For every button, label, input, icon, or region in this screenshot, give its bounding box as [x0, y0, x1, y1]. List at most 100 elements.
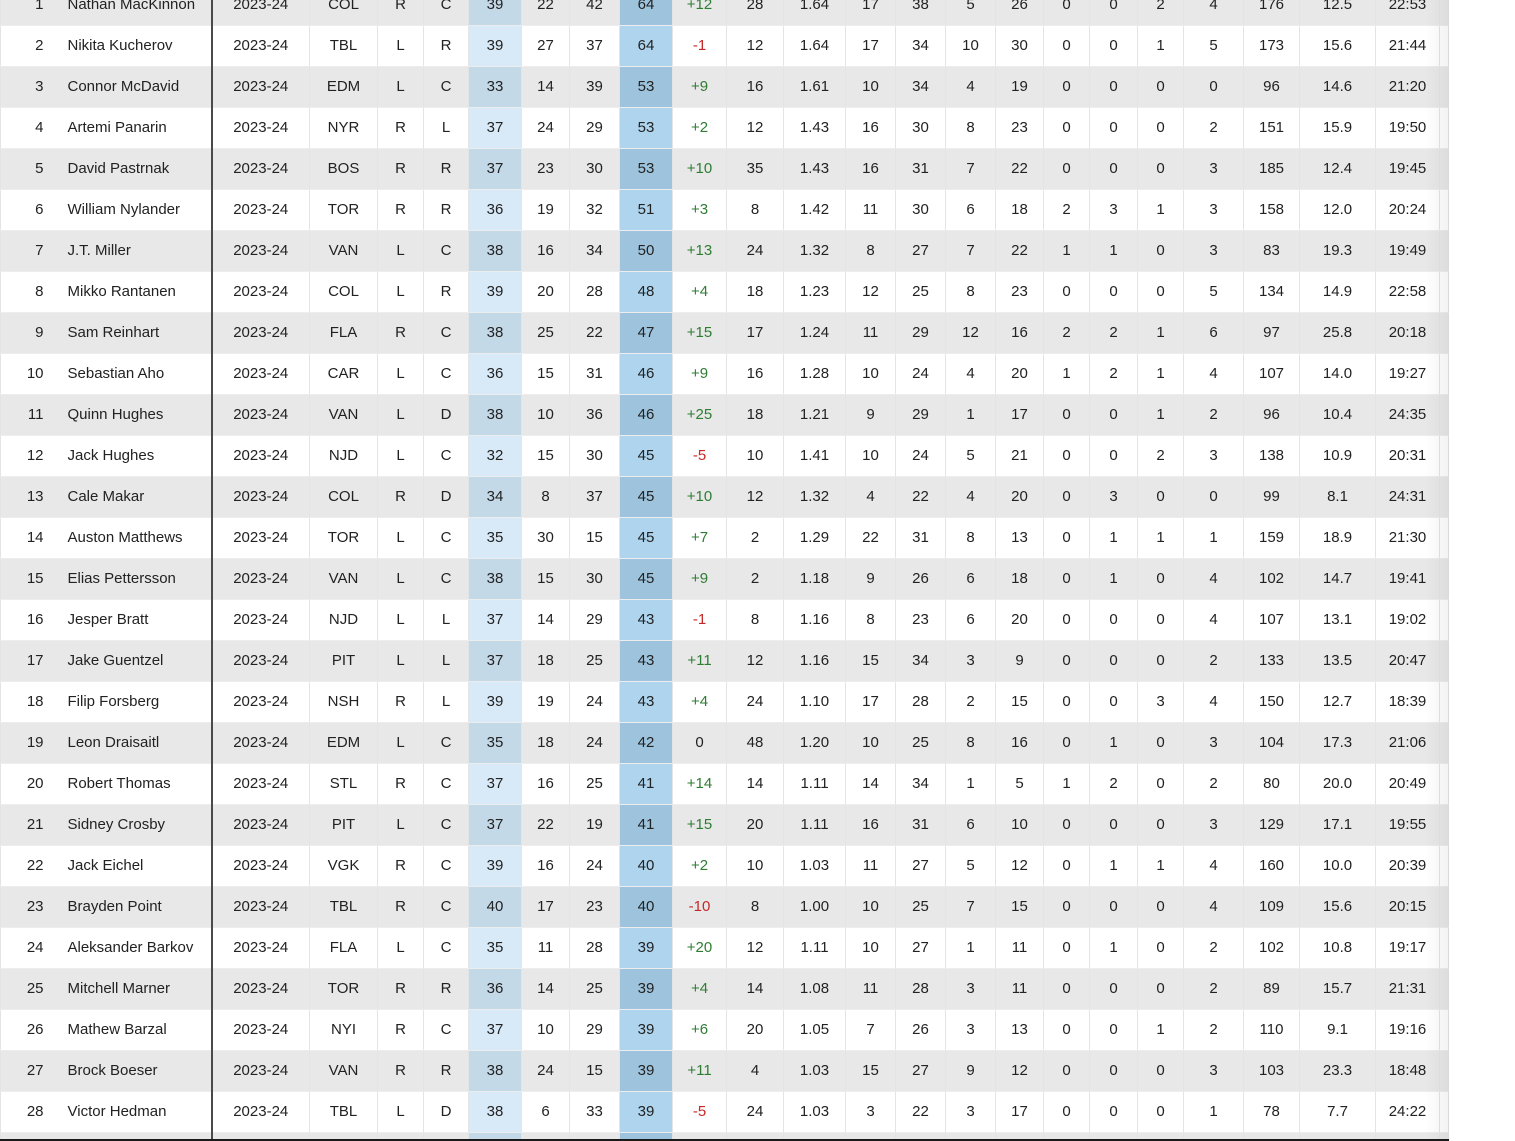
cell-gp: 35: [468, 722, 522, 764]
cell-gwg2: 4: [1183, 0, 1244, 26]
cell-a: 37: [569, 476, 620, 518]
cell-p: 45: [619, 558, 673, 600]
cell-season: 2023-24: [211, 517, 310, 559]
cell-otg: 0: [1043, 681, 1090, 723]
table-row[interactable]: 5 David Pastrnak 2023-24 BOS R R 37 23 30 53 +10 35…: [0, 148, 1449, 190]
cell-team: NYR: [309, 107, 378, 149]
cell-p: 39: [619, 1009, 673, 1051]
table-row[interactable]: 14 Auston Matthews 2023-24 TOR L C 35 30 15 45 +7 2…: [0, 517, 1449, 559]
table-row[interactable]: 15 Elias Pettersson 2023-24 VAN L C 38 15 30 45 +9…: [0, 558, 1449, 600]
table-row[interactable]: 2 Nikita Kucherov 2023-24 TBL L R 39 27 37 64 -1 12…: [0, 25, 1449, 67]
table-row[interactable]: 20 Robert Thomas 2023-24 STL R C 37 16 25 41 +14 14…: [0, 763, 1449, 805]
cell-otg: 0: [1043, 599, 1090, 641]
cell-shp: 16: [995, 312, 1044, 354]
plus-minus-value: +2: [690, 857, 709, 874]
table-row[interactable]: 27 Brock Boeser 2023-24 VAN R R 38 24 15 39 +11 4 1.…: [0, 1050, 1449, 1092]
cell-pim: 18: [726, 271, 784, 313]
cell-position: C: [423, 1009, 469, 1051]
cell-shoots: R: [377, 107, 424, 149]
table-row[interactable]: 13 Cale Makar 2023-24 COL R D 34 8 37 45 +10 12 1.32…: [0, 476, 1449, 518]
cell-toi: 22:53: [1375, 0, 1440, 26]
cell-gp: 37: [468, 804, 522, 846]
table-row[interactable]: 10 Sebastian Aho 2023-24 CAR L C 36 15 31 46 +9 16 1…: [0, 353, 1449, 395]
cell-gwg: 0: [1089, 1009, 1138, 1051]
stats-table-body: 1 Nathan MacKinnon 2023-24 COL R C 39 22 42 64 +12…: [0, 0, 1449, 1141]
stats-table-scroll-pane[interactable]: 1 Nathan MacKinnon 2023-24 COL R C 39 22 42 64 +12…: [0, 0, 1449, 1141]
table-row[interactable]: 21 Sidney Crosby 2023-24 PIT L C 37 22 19 41 +15 20…: [0, 804, 1449, 846]
plus-minus-value: +11: [687, 652, 712, 669]
cell-team: STL: [309, 763, 378, 805]
cell-a: 39: [569, 66, 620, 108]
table-row[interactable]: 23 Brayden Point 2023-24 TBL R C 40 17 23 40 -10 8 1…: [0, 886, 1449, 928]
cell-fow: 37.2: [1439, 435, 1449, 477]
cell-gp: 38: [468, 1091, 522, 1133]
cell-plusminus: -5: [672, 435, 727, 477]
table-row[interactable]: 19 Leon Draisaitl 2023-24 EDM L C 35 18 24 42 0 48 1…: [0, 722, 1449, 764]
cell-s2: 0: [1137, 107, 1184, 149]
table-row[interactable]: 18 Filip Forsberg 2023-24 NSH R L 39 19 24 43 +4 24…: [0, 681, 1449, 723]
cell-spct: 10.4: [1299, 394, 1376, 436]
cell-otg: 0: [1043, 0, 1090, 26]
cell-shp: 5: [995, 763, 1044, 805]
table-row[interactable]: 6 William Nylander 2023-24 TOR R R 36 19 32 51 +3 8…: [0, 189, 1449, 231]
cell-spct: 10.0: [1299, 845, 1376, 887]
cell-pppts: 34: [895, 763, 946, 805]
cell-shg: 3: [945, 1091, 996, 1133]
cell-s: 107: [1243, 599, 1300, 641]
cell-toi: 21:06: [1375, 722, 1440, 764]
cell-position: C: [423, 0, 469, 26]
cell-p: 48: [619, 271, 673, 313]
table-row[interactable]: 8 Mikko Rantanen 2023-24 COL L R 39 20 28 48 +4 18 1…: [0, 271, 1449, 313]
cell-player: Nathan MacKinnon: [55, 0, 213, 26]
table-row[interactable]: 9 Sam Reinhart 2023-24 FLA R C 38 25 22 47 +15 17 1.…: [0, 312, 1449, 354]
cell-otg: 0: [1043, 148, 1090, 190]
cell-p: 40: [619, 845, 673, 887]
cell-gwg: 0: [1089, 394, 1138, 436]
cell-plusminus: +9: [672, 353, 727, 395]
table-row[interactable]: 11 Quinn Hughes 2023-24 VAN L D 38 10 36 46 +25 18 1…: [0, 394, 1449, 436]
table-row[interactable]: 25 Mitchell Marner 2023-24 TOR R R 36 14 25 39 +4 1…: [0, 968, 1449, 1010]
cell-position: R: [423, 148, 469, 190]
cell-rank: 15: [0, 558, 56, 600]
table-row[interactable]: 26 Mathew Barzal 2023-24 NYI R C 37 10 29 39 +6 20 1…: [0, 1009, 1449, 1051]
cell-otg: 0: [1043, 435, 1090, 477]
cell-position: C: [423, 517, 469, 559]
cell-shoots: L: [377, 353, 424, 395]
table-row[interactable]: 4 Artemi Panarin 2023-24 NYR R L 37 24 29 53 +2 12 1…: [0, 107, 1449, 149]
cell-pim: 12: [726, 640, 784, 682]
cell-plusminus: +20: [672, 927, 727, 969]
cell-position: R: [423, 968, 469, 1010]
table-row[interactable]: 22 Jack Eichel 2023-24 VGK R C 39 16 24 40 +2 10 1.0…: [0, 845, 1449, 887]
cell-pim: 28: [726, 0, 784, 26]
cell-s: 103: [1243, 1050, 1300, 1092]
cell-fow: 61.5: [1439, 681, 1449, 723]
cell-season: 2023-24: [211, 681, 310, 723]
cell-toi: 19:27: [1375, 353, 1440, 395]
cell-pppts: 27: [895, 1050, 946, 1092]
cell-ppp: 10: [845, 722, 896, 764]
cell-gp: 39: [468, 0, 522, 26]
table-row[interactable]: 12 Jack Hughes 2023-24 NJD L C 32 15 30 45 -5 10 1.4…: [0, 435, 1449, 477]
cell-gwg: 1: [1089, 517, 1138, 559]
cell-p: 41: [619, 763, 673, 805]
cell-p: 45: [619, 435, 673, 477]
cell-ppg: 1.61: [783, 66, 846, 108]
table-row[interactable]: 17 Jake Guentzel 2023-24 PIT L L 37 18 25 43 +11 12…: [0, 640, 1449, 682]
cell-s: 133: [1243, 640, 1300, 682]
plus-minus-value: +9: [690, 365, 709, 382]
cell-rank: 14: [0, 517, 56, 559]
cell-gwg2: 2: [1183, 1009, 1244, 1051]
cell-shp: 11: [995, 927, 1044, 969]
cell-rank: 7: [0, 230, 56, 272]
table-row[interactable]: 24 Aleksander Barkov 2023-24 FLA L C 35 11 28 39 +…: [0, 927, 1449, 969]
table-row[interactable]: 7 J.T. Miller 2023-24 VAN L C 38 16 34 50 +13 24 1.3…: [0, 230, 1449, 272]
cell-shoots: L: [377, 271, 424, 313]
cell-shg: 6: [945, 558, 996, 600]
cell-s: 102: [1243, 558, 1300, 600]
table-row[interactable]: 3 Connor McDavid 2023-24 EDM L C 33 14 39 53 +9 16 1…: [0, 66, 1449, 108]
table-row[interactable]: 16 Jesper Bratt 2023-24 NJD L L 37 14 29 43 -1 8 1.1…: [0, 599, 1449, 641]
table-row[interactable]: 1 Nathan MacKinnon 2023-24 COL R C 39 22 42 64 +12…: [0, 0, 1449, 26]
cell-g: 8: [521, 476, 570, 518]
cell-gwg2: 2: [1183, 107, 1244, 149]
table-row[interactable]: 28 Victor Hedman 2023-24 TBL L D 38 6 33 39 -5 24 1.…: [0, 1091, 1449, 1133]
